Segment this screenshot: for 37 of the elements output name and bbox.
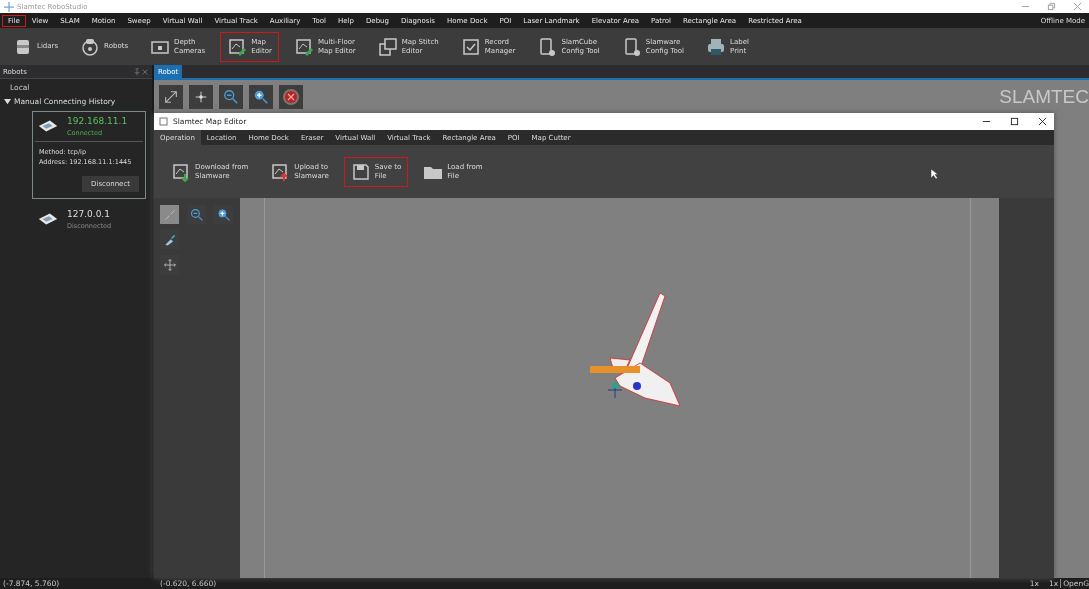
robot-address: 127.0.0.1 <box>67 209 111 219</box>
close-icon <box>1073 2 1082 11</box>
stop-icon <box>282 88 300 106</box>
device-icon <box>537 36 558 57</box>
save-icon <box>350 161 371 182</box>
center-button[interactable] <box>189 85 213 109</box>
zoom-in-button[interactable] <box>249 85 273 109</box>
fit-button[interactable] <box>159 85 183 109</box>
download-map-icon <box>171 161 191 182</box>
app-logo-icon <box>4 1 14 12</box>
record-icon <box>460 36 481 57</box>
zoom-in-icon <box>216 207 231 222</box>
maximize-icon <box>1010 117 1019 126</box>
robot-icon <box>80 36 101 57</box>
zoom-out-button[interactable] <box>219 85 243 109</box>
brush-icon <box>162 232 177 247</box>
zoom-out-icon <box>189 207 204 222</box>
windows-icon <box>377 36 398 57</box>
close-icon <box>1038 117 1047 126</box>
pin-icon <box>133 67 141 76</box>
stop-button[interactable] <box>279 85 303 109</box>
close-icon <box>141 67 149 76</box>
map-edit-icon <box>227 36 248 57</box>
map-edit-icon <box>293 36 314 57</box>
expand-icon <box>163 89 179 105</box>
zoom-out-icon <box>223 89 239 105</box>
robot-address: 192.168.11.1 <box>67 116 128 126</box>
expand-arrow-icon[interactable] <box>4 98 11 105</box>
brand-logo: SLAMTEC <box>999 86 1089 108</box>
pointer-icon <box>930 167 939 180</box>
window-icon <box>159 117 168 126</box>
zoom-in-icon <box>253 89 269 105</box>
crosshair-icon <box>193 89 209 105</box>
printer-icon <box>706 36 727 57</box>
collapse-icon <box>162 207 177 222</box>
restore-icon <box>1047 2 1056 11</box>
move-icon <box>162 257 177 272</box>
